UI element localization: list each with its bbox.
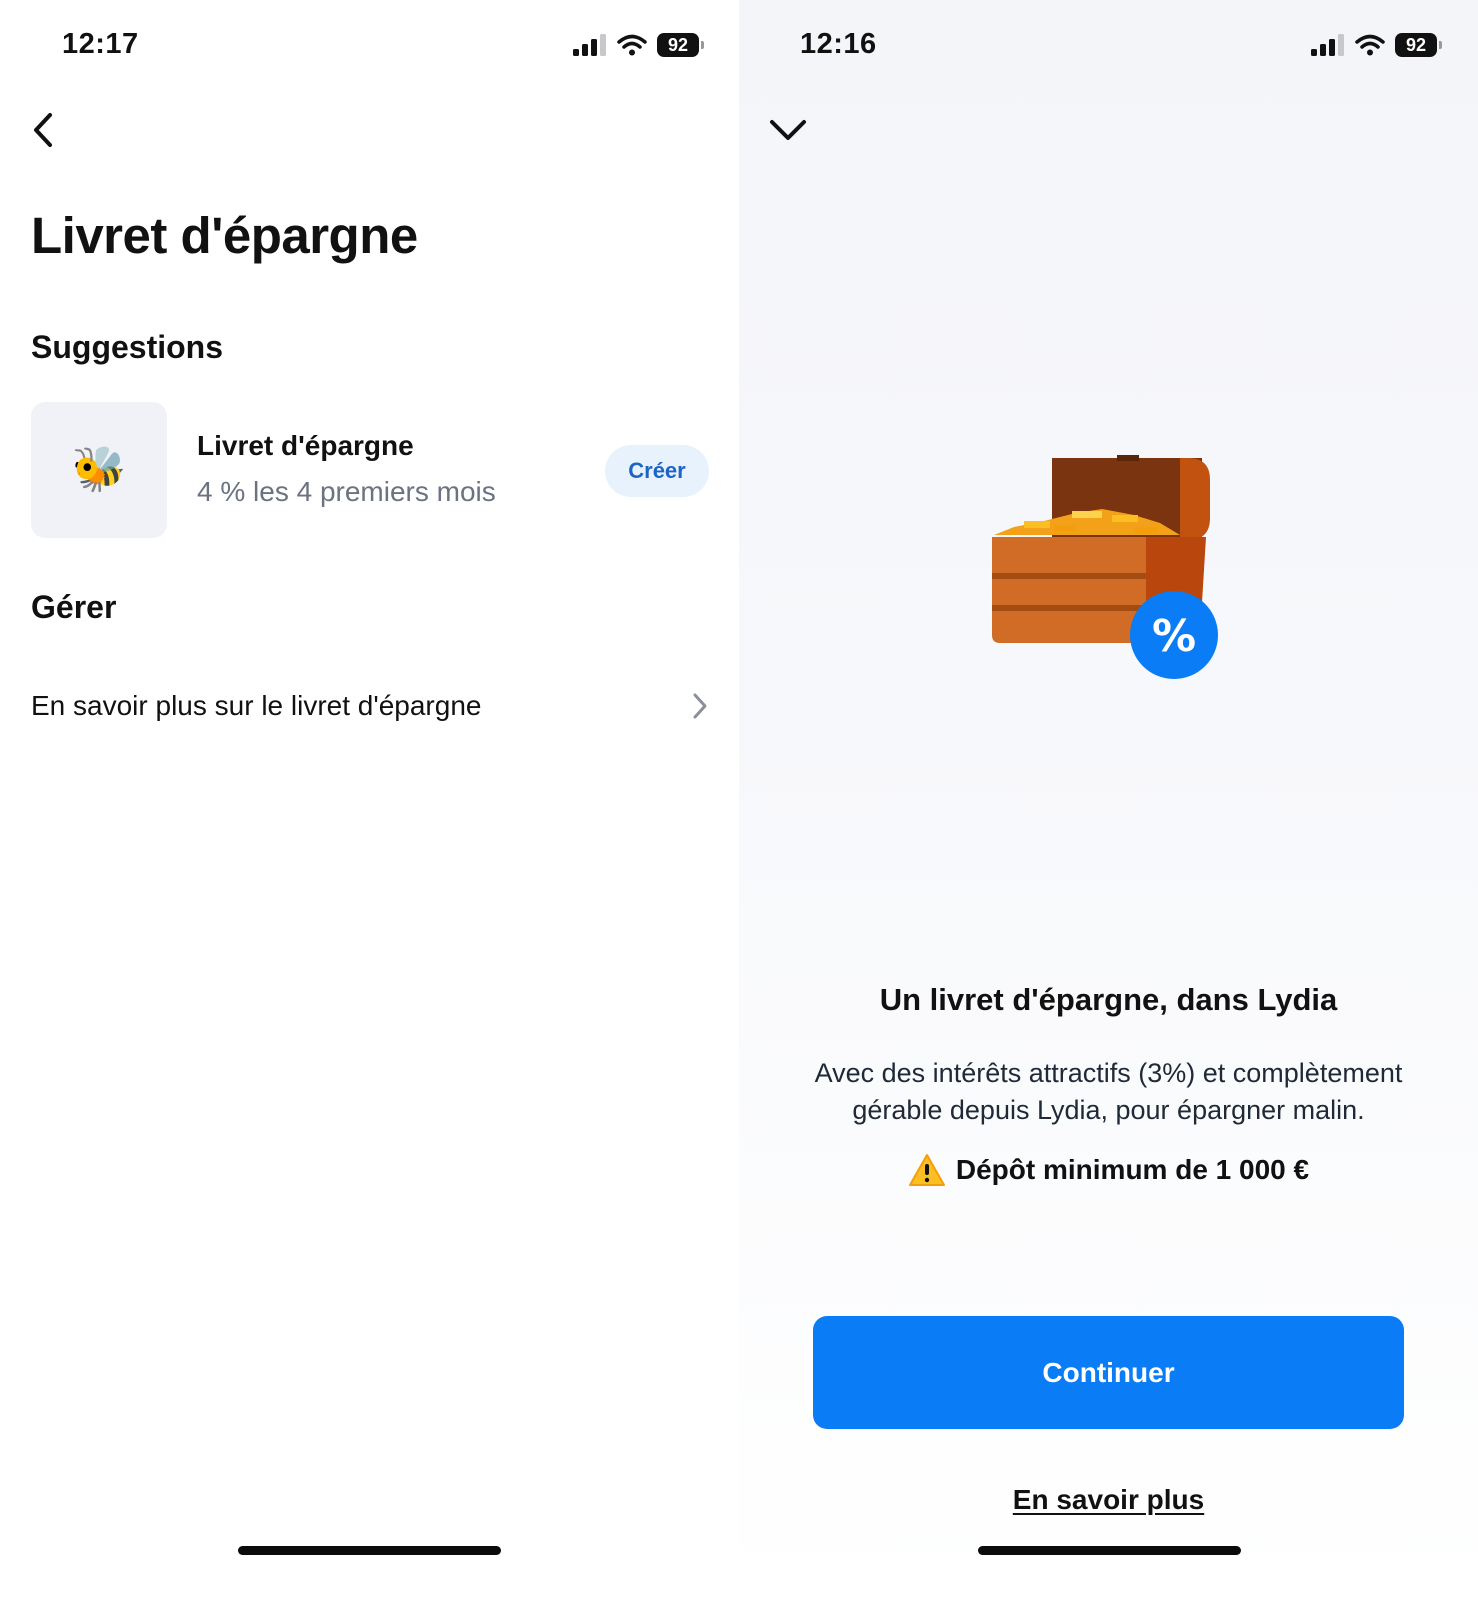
status-time: 12:17 xyxy=(62,28,139,60)
battery-icon: 92 xyxy=(657,33,704,57)
left-screen: 12:17 92 Livret d'épargne Suggestions 🐝 … xyxy=(0,0,739,1600)
suggestion-subtitle: 4 % les 4 premiers mois xyxy=(197,476,496,507)
battery-icon: 92 xyxy=(1395,33,1442,57)
signal-icon xyxy=(1311,34,1344,56)
percent-badge-symbol: % xyxy=(1152,611,1196,662)
create-button[interactable]: Créer xyxy=(605,445,709,497)
intro-heading: Un livret d'épargne, dans Lydia xyxy=(879,982,1338,1017)
right-screen: 12:16 92 % Un livret d'épargne, dans Lyd… xyxy=(739,0,1478,1600)
treasure-chest-illustration: % xyxy=(992,455,1218,679)
wifi-icon xyxy=(617,34,647,56)
home-indicator xyxy=(238,1546,501,1555)
suggestion-card[interactable]: 🐝 Livret d'épargne 4 % les 4 premiers mo… xyxy=(31,402,709,538)
minimum-deposit-text: Dépôt minimum de 1 000 € xyxy=(955,1154,1310,1185)
learn-more-link[interactable]: En savoir plus xyxy=(739,1484,1478,1516)
status-icons: 92 xyxy=(573,33,704,57)
learn-more-row-label: En savoir plus sur le livret d'épargne xyxy=(31,690,482,721)
continue-button[interactable]: Continuer xyxy=(813,1316,1404,1429)
chevron-right-icon xyxy=(693,693,707,719)
warning-icon xyxy=(908,1154,945,1186)
manage-heading: Gérer xyxy=(31,589,117,625)
wifi-icon xyxy=(1355,34,1385,56)
suggestions-heading: Suggestions xyxy=(31,329,224,365)
status-time: 12:16 xyxy=(800,28,877,60)
learn-more-row[interactable]: En savoir plus sur le livret d'épargne xyxy=(31,682,709,730)
minimum-deposit-notice: Dépôt minimum de 1 000 € xyxy=(739,1153,1478,1187)
suggestion-title: Livret d'épargne xyxy=(197,430,414,461)
page-title: Livret d'épargne xyxy=(31,207,418,264)
back-arrow-icon[interactable] xyxy=(30,112,56,148)
signal-icon xyxy=(573,34,606,56)
status-icons: 92 xyxy=(1311,33,1442,57)
bee-icon: 🐝 xyxy=(71,445,127,494)
chevron-down-icon[interactable] xyxy=(769,118,807,142)
home-indicator xyxy=(978,1546,1241,1555)
intro-description: Avec des intérêts attractifs (3%) et com… xyxy=(814,1058,1403,1125)
bee-tile: 🐝 xyxy=(31,402,167,538)
